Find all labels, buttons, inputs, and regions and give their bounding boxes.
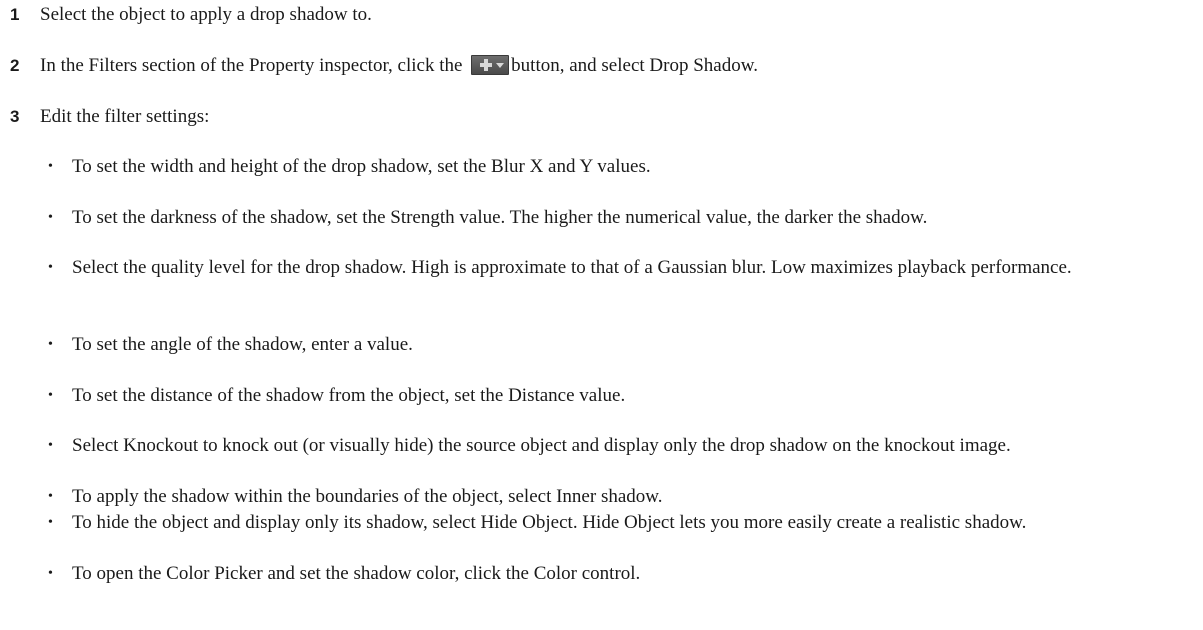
list-item-text: Select the quality level for the drop sh… [72, 257, 1072, 278]
list-item: • To set the distance of the shadow from… [48, 383, 1198, 409]
list-item-text: To set the angle of the shadow, enter a … [72, 334, 413, 355]
bullet-dot: • [48, 337, 53, 352]
bullet-dot: • [48, 388, 53, 403]
step-text: Edit the filter settings: [40, 106, 210, 127]
list-item: • Select the quality level for the drop … [48, 255, 1198, 281]
bullet-dot: • [48, 260, 53, 275]
bullet-dot: • [48, 489, 53, 504]
list-item-text: To set the distance of the shadow from t… [72, 385, 626, 406]
step-number: 1 [10, 5, 20, 24]
bullet-dot: • [48, 159, 53, 174]
list-item-text: Select Knockout to knock out (or visuall… [72, 435, 1011, 456]
list-item: • Select Knockout to knock out (or visua… [48, 433, 1198, 459]
list-item-text: To set the darkness of the shadow, set t… [72, 207, 928, 228]
list-item-text: To hide the object and display only its … [72, 512, 1027, 533]
step-text-before: In the Filters section of the Property i… [40, 55, 463, 76]
list-item-text: To apply the shadow within the boundarie… [72, 486, 663, 507]
list-item: • To open the Color Picker and set the s… [48, 561, 1198, 587]
bullet-dot: • [48, 566, 53, 581]
step-3: 3 Edit the filter settings: [10, 105, 209, 129]
list-item: • To apply the shadow within the boundar… [48, 484, 1198, 510]
list-item: • To set the angle of the shadow, enter … [48, 332, 1198, 358]
document-page: 1 Select the object to apply a drop shado… [0, 0, 1203, 630]
step-2: 2 In the Filters section of the Property … [10, 54, 758, 78]
bullet-dot: • [48, 210, 53, 225]
step-number: 3 [10, 107, 20, 126]
step-number: 2 [10, 56, 20, 75]
list-item: • To set the darkness of the shadow, set… [48, 205, 1198, 231]
list-item-text: To set the width and height of the drop … [72, 156, 651, 177]
step-text: Select the object to apply a drop shadow… [40, 4, 372, 25]
list-item: • To set the width and height of the dro… [48, 154, 1198, 180]
list-item: • To hide the object and display only it… [48, 510, 1198, 536]
step-1: 1 Select the object to apply a drop shado… [10, 3, 372, 27]
step-text-after: button, and select Drop Shadow. [511, 55, 758, 76]
add-filter-plus-dropdown-icon [471, 55, 510, 75]
list-item-text: To open the Color Picker and set the sha… [72, 563, 641, 584]
bullet-dot: • [48, 515, 53, 530]
bullet-dot: • [48, 438, 53, 453]
